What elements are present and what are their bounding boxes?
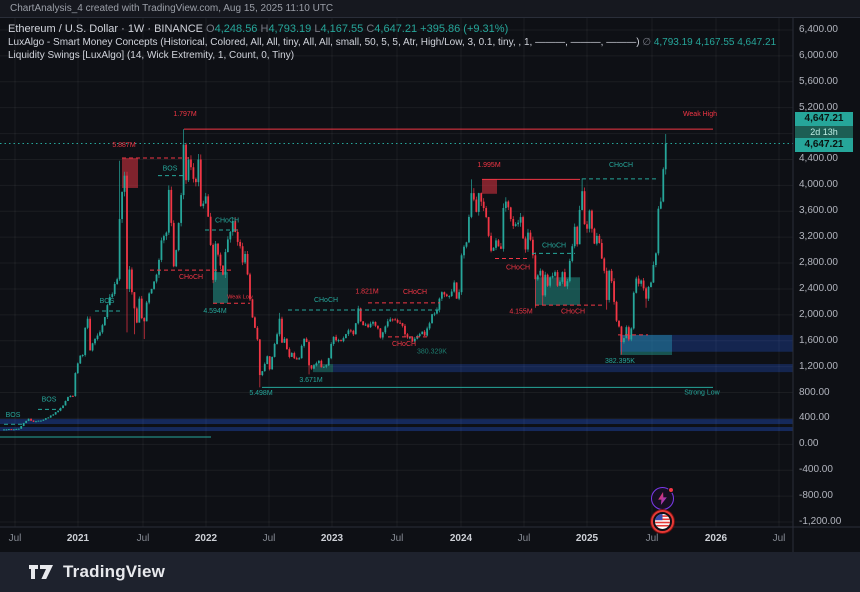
legend-part: H <box>257 23 269 35</box>
legend-part: 4,793.19 <box>268 23 312 35</box>
svg-text:CHoCH: CHoCH <box>314 297 338 304</box>
bar-countdown: 2d 13h <box>795 126 853 138</box>
price-tick-label: 1,200.00 <box>799 360 838 372</box>
price-tick-label: -400.00 <box>799 464 833 476</box>
svg-text:BOS: BOS <box>42 397 57 404</box>
svg-text:CHoCH: CHoCH <box>609 162 633 169</box>
svg-text:CHoCH: CHoCH <box>215 217 239 224</box>
snapshot-title-bar: ChartAnalysis_4 created with TradingView… <box>0 0 860 18</box>
svg-text:5.887M: 5.887M <box>112 142 136 149</box>
svg-text:CHoCH: CHoCH <box>542 243 566 250</box>
price-tick-label: 3,600.00 <box>799 205 838 217</box>
snapshot-title: ChartAnalysis_4 created with TradingView… <box>10 3 334 14</box>
time-tick-label: 2021 <box>66 533 90 544</box>
svg-text:CHoCH: CHoCH <box>179 274 203 281</box>
candles-layer <box>3 129 667 431</box>
lightning-glyph <box>658 492 667 505</box>
price-tick-label: 0.00 <box>799 438 819 450</box>
price-tick-label: 3,200.00 <box>799 231 838 243</box>
time-tick-label: Jul <box>262 533 276 544</box>
svg-text:BOS: BOS <box>6 412 21 419</box>
time-tick-label: Jul <box>772 533 786 544</box>
legend-part: +395.86 (+9.31%) <box>417 23 509 35</box>
legend-part: LuxAlgo - Smart Money Concepts (Historic… <box>8 37 643 48</box>
us-flag-icon[interactable] <box>651 510 674 533</box>
tradingview-brand-text: TradingView <box>63 562 166 581</box>
time-tick-label: 2023 <box>320 533 344 544</box>
svg-text:3.671M: 3.671M <box>299 377 323 384</box>
structure-labels: 1.797M 5.887M BOS CHoCH CHoCH Weak Low 4.594M B… <box>6 111 721 419</box>
svg-text:Strong Low: Strong Low <box>684 389 720 396</box>
price-tick-label: 2,800.00 <box>799 257 838 269</box>
legend-part: 4,647.21 <box>374 23 418 35</box>
price-tick-label: 6,000.00 <box>799 49 838 61</box>
svg-text:Weak High: Weak High <box>683 111 717 118</box>
time-tick-label: 2024 <box>449 533 473 544</box>
chart-page: 1.797M 5.887M BOS CHoCH CHoCH Weak Low 4.594M B… <box>0 0 860 592</box>
svg-text:5.498M: 5.498M <box>249 390 273 397</box>
time-tick-label: Jul <box>390 533 404 544</box>
legend-part: 4,167.55 <box>320 23 364 35</box>
svg-text:CHoCH: CHoCH <box>506 265 530 272</box>
tradingview-logo[interactable]: TradingView <box>28 562 165 582</box>
price-tick-label: 1,600.00 <box>799 334 838 346</box>
indicator-legend-smc[interactable]: LuxAlgo - Smart Money Concepts (Historic… <box>8 37 776 48</box>
notification-dot <box>668 487 674 493</box>
svg-text:BOS: BOS <box>100 298 115 305</box>
svg-text:4.155M: 4.155M <box>509 309 533 316</box>
price-tick-label: 5,600.00 <box>799 75 838 87</box>
chart-canvas[interactable]: 1.797M 5.887M BOS CHoCH CHoCH Weak Low 4.594M B… <box>0 0 860 552</box>
svg-text:Weak Low: Weak Low <box>227 294 253 300</box>
legend-part: O <box>206 23 215 35</box>
footer-bar: TradingView <box>0 552 860 592</box>
svg-text:CHoCH: CHoCH <box>392 341 416 348</box>
svg-text:BOS: BOS <box>163 165 178 172</box>
svg-text:380.329K: 380.329K <box>417 349 447 356</box>
svg-text:1.821M: 1.821M <box>355 288 379 295</box>
price-tick-label: 2,000.00 <box>799 308 838 320</box>
time-tick-label: 2025 <box>575 533 599 544</box>
time-tick-label: 2026 <box>704 533 728 544</box>
tradingview-logo-icon <box>29 564 53 579</box>
svg-text:CHoCH: CHoCH <box>403 289 427 296</box>
flash-icon[interactable] <box>651 487 674 510</box>
flag-glyph <box>655 514 670 529</box>
price-tick-label: 6,400.00 <box>799 24 838 35</box>
time-tick-label: Jul <box>136 533 150 544</box>
legend-part: 4,793.19 4,167.55 4,647.21 <box>653 37 777 48</box>
current-price-value: 4,647.21 <box>795 138 853 152</box>
price-tick-label: -1,200.00 <box>799 515 842 527</box>
legend-part: C <box>363 23 375 35</box>
price-tick-label: 4,000.00 <box>799 179 838 191</box>
price-tick-label: 800.00 <box>799 386 830 398</box>
price-tick-label: -800.00 <box>799 490 833 502</box>
legend-part: Ethereum / U.S. Dollar · 1W · BINANCE <box>8 23 207 35</box>
last-price-badge: 4,647.21 2d 13h 4,647.21 <box>795 112 853 152</box>
time-tick-label: Jul <box>517 533 531 544</box>
time-tick-label: 2022 <box>194 533 218 544</box>
svg-text:1.995M: 1.995M <box>477 162 501 169</box>
price-tick-label: 400.00 <box>799 412 830 424</box>
price-tick-label: 2,400.00 <box>799 282 838 294</box>
indicator-legend-liquidity[interactable]: Liquidity Swings [LuxAlgo] (14, Wick Ext… <box>8 50 294 61</box>
price-tick-label: 4,400.00 <box>799 153 838 165</box>
svg-text:382.395K: 382.395K <box>605 358 635 365</box>
time-tick-label: Jul <box>8 533 22 544</box>
svg-text:1.797M: 1.797M <box>173 111 197 118</box>
legend-part: 4,248.56 <box>214 23 258 35</box>
legend-part: ∅ <box>642 37 654 48</box>
last-price-value: 4,647.21 <box>795 112 853 126</box>
svg-text:4.594M: 4.594M <box>203 308 227 315</box>
time-tick-label: Jul <box>645 533 659 544</box>
symbol-legend[interactable]: Ethereum / U.S. Dollar · 1W · BINANCE O4… <box>8 23 508 35</box>
svg-text:CHoCH: CHoCH <box>561 309 585 316</box>
